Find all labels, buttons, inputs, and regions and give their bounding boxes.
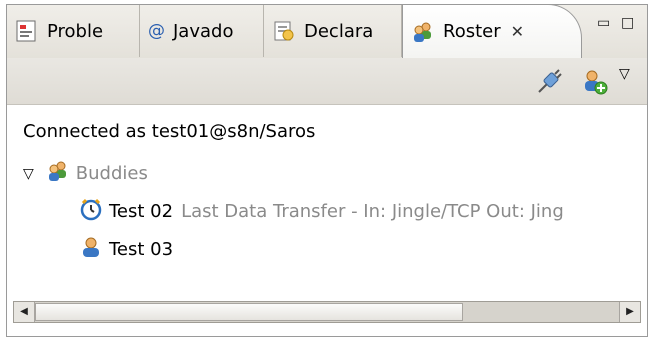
- tab-roster[interactable]: Roster ✕: [402, 4, 582, 58]
- scroll-left-button[interactable]: ◀: [14, 302, 35, 322]
- scroll-right-button[interactable]: ▶: [619, 302, 640, 322]
- close-icon[interactable]: ✕: [511, 22, 524, 41]
- view-menu-icon[interactable]: ▽: [619, 66, 630, 82]
- connection-status: Connected as test01@s8n/Saros: [23, 121, 316, 142]
- maximize-icon[interactable]: □: [621, 15, 634, 31]
- tab-label: Declara: [304, 20, 374, 42]
- tab-label: Javado: [173, 20, 234, 42]
- transfer-clock-icon: [79, 197, 103, 226]
- minimize-icon[interactable]: ▭: [597, 15, 610, 31]
- tab-problems[interactable]: Proble: [7, 5, 140, 57]
- roster-view: Proble @ Javado Declara Roster ✕ ▭ □ ▽ C…: [6, 4, 648, 337]
- scroll-thumb[interactable]: [35, 303, 463, 321]
- problems-icon: [15, 19, 39, 43]
- buddy-name: Test 02: [109, 201, 174, 222]
- buddy-status: Last Data Transfer - In: Jingle/TCP Out:…: [181, 201, 564, 222]
- tab-javadoc[interactable]: @ Javado: [140, 5, 264, 57]
- group-label: Buddies: [75, 163, 148, 184]
- buddy-row[interactable]: Test 02 Last Data Transfer - In: Jingle/…: [79, 197, 564, 226]
- expand-icon[interactable]: ▽: [23, 166, 34, 182]
- tab-declaration[interactable]: Declara: [264, 5, 402, 57]
- declaration-icon: [272, 19, 296, 43]
- buddy-icon: [79, 235, 103, 264]
- group-buddies[interactable]: ▽ Buddies: [23, 159, 148, 188]
- buddies-group-icon: [46, 159, 70, 188]
- view-tab-strip: Proble @ Javado Declara Roster ✕ ▭ □: [7, 4, 647, 59]
- buddy-name: Test 03: [109, 239, 174, 260]
- add-buddy-icon[interactable]: [581, 68, 609, 96]
- view-toolbar: ▽: [7, 58, 647, 105]
- tab-label: Roster: [443, 21, 501, 42]
- horizontal-scrollbar[interactable]: ◀ ▶: [13, 301, 641, 323]
- buddy-row[interactable]: Test 03: [79, 235, 173, 264]
- roster-icon: [411, 20, 435, 44]
- javadoc-icon: @: [148, 21, 165, 41]
- roster-tree: Connected as test01@s8n/Saros ▽ Buddies: [7, 105, 647, 295]
- tab-label: Proble: [47, 20, 104, 42]
- plug-connect-icon[interactable]: [535, 68, 563, 96]
